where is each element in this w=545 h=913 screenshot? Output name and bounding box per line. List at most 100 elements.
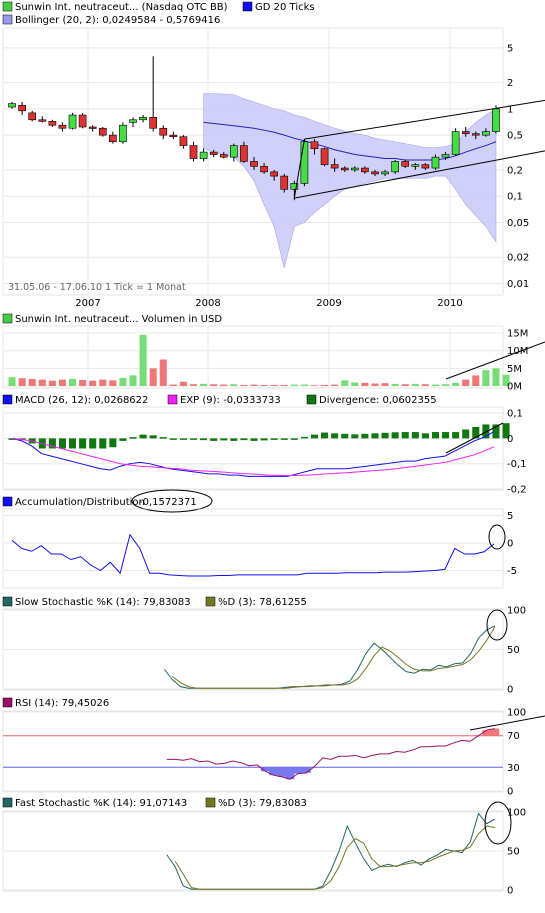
- candle-body: [340, 167, 349, 171]
- fast-stoch-y-ticks: 100500: [507, 808, 526, 897]
- volume-bar: [310, 385, 319, 386]
- macd-tick-label: 0: [507, 434, 513, 445]
- divergence-bar: [472, 426, 480, 439]
- legend-bollinger-label: Bollinger (20, 2): 0,0249584 - 0,5769416: [15, 15, 220, 26]
- divergence-bar: [270, 438, 278, 440]
- volume-bar: [139, 334, 147, 386]
- candle-body: [88, 126, 97, 129]
- volume-bar: [290, 384, 298, 386]
- macd-divergence-bars: [8, 423, 510, 449]
- macd-tick-label: -0,1: [507, 459, 527, 470]
- divergence-bar: [159, 437, 167, 439]
- candle-body: [169, 134, 178, 138]
- candle-body: [401, 161, 410, 167]
- divergence-bar: [139, 434, 147, 439]
- candle-body: [78, 114, 87, 128]
- ad-line: [11, 533, 495, 577]
- price-tick-label: 0,5: [507, 131, 523, 142]
- tick-label: 100: [507, 708, 526, 719]
- macd-tick-label: 0,1: [507, 409, 523, 420]
- candle-body: [58, 124, 67, 129]
- tick-label: 0: [507, 685, 513, 696]
- volume-bar: [48, 380, 56, 386]
- legend-price-label: Sunwin Int. neutraceut... (Nasdaq OTC BB…: [15, 2, 228, 13]
- legend-exp-label: EXP (9): -0,0333733: [180, 395, 281, 406]
- candle-body: [159, 127, 168, 136]
- price-panel: 5 2 1 0,5 0,2 0,1 0,05 0,02 0,01 31.05.06 - 17.0…: [2, 27, 545, 296]
- time-axis-labels: 2007 2008 2009 2010: [75, 298, 462, 309]
- candle-body: [149, 117, 158, 129]
- legend-ad-label: Accumulation/Distribution: [15, 497, 145, 508]
- legend-swatch-slow-d: [205, 596, 216, 607]
- legend-slow-d-label: %D (3): 78,61255: [218, 597, 307, 608]
- year-tick-label: 2008: [195, 298, 220, 309]
- volume-tick-label: 10M: [507, 346, 528, 357]
- volume-bar: [462, 379, 470, 386]
- candle-body: [310, 141, 319, 149]
- legend-slow-k-label: Slow Stochastic %K (14): 79,83083: [15, 597, 191, 608]
- tick-label: 30: [507, 763, 520, 774]
- divergence-bar: [331, 433, 339, 439]
- divergence-bar: [169, 438, 177, 440]
- volume-bar: [361, 382, 369, 386]
- candle-body: [492, 108, 500, 132]
- volume-bar: [169, 384, 177, 386]
- legend-divergence-label: Divergence: 0,0602355: [319, 395, 437, 406]
- candle-body: [139, 117, 147, 121]
- volume-bar: [260, 384, 268, 386]
- price-y-ticks: 5 2 1 0,5 0,2 0,1 0,05 0,02 0,01: [507, 43, 529, 290]
- volume-bar: [452, 382, 460, 386]
- candle-body: [482, 131, 490, 136]
- year-tick-label: 2007: [75, 298, 100, 309]
- legend-rsi: RSI (14): 79,45026: [2, 697, 109, 709]
- legend-swatch-exp: [167, 394, 178, 405]
- volume-tick-label: 0M: [507, 382, 522, 393]
- divergence-bar: [99, 438, 107, 449]
- bollinger-band-area: [203, 93, 497, 269]
- volume-bar: [421, 384, 429, 386]
- candle-body: [270, 171, 278, 177]
- volume-bar: [381, 383, 389, 386]
- fast-stochastic-panel: 100500: [2, 801, 526, 897]
- legend-swatch-ad: [2, 496, 13, 507]
- volume-bar: [250, 384, 258, 386]
- candle-body: [240, 145, 248, 162]
- volume-bars: [8, 334, 545, 386]
- ad-tick-label: 5: [507, 511, 513, 522]
- candle-body: [280, 175, 289, 190]
- tick-label: 70: [507, 731, 520, 742]
- volume-bar: [411, 383, 419, 386]
- macd-panel-frame: [2, 406, 504, 491]
- slow-stoch-lines: [163, 625, 496, 689]
- price-tick-label: 0,01: [507, 279, 529, 290]
- volume-bar: [58, 379, 66, 386]
- divergence-bar: [149, 435, 157, 439]
- divergence-bar: [179, 438, 187, 440]
- divergence-bar: [310, 434, 319, 439]
- divergence-bar: [129, 437, 137, 439]
- rsi-oversold-fill: [293, 767, 303, 774]
- divergence-bar: [210, 438, 218, 441]
- candle-body: [209, 151, 218, 155]
- chart-canvas: Sunwin Int. neutraceut... (Nasdaq OTC BB…: [2, 1, 545, 897]
- macd-y-ticks: 0,1 0 -0,1 -0,2: [507, 409, 527, 496]
- volume-bar: [401, 384, 409, 386]
- volume-panel: 15M 10M 5M 0M: [2, 325, 545, 393]
- candle-body: [411, 164, 420, 167]
- divergence-bar: [341, 433, 349, 439]
- legend-swatch-fast-d: [205, 797, 216, 808]
- volume-grid: [3, 326, 503, 388]
- legend-swatch-rsi: [2, 697, 13, 708]
- slow-k-line: [163, 625, 496, 689]
- rsi-panel: 100 70 30 0: [2, 708, 545, 798]
- candle-body: [320, 148, 329, 165]
- volume-tick-label: 15M: [507, 329, 528, 340]
- fast-stoch-grid: [3, 811, 503, 891]
- divergence-bar: [89, 438, 97, 449]
- divergence-bar: [280, 438, 288, 440]
- candle-body: [230, 145, 238, 158]
- macd-tick-label: -0,2: [507, 485, 527, 496]
- legend-swatch-bollinger: [2, 14, 13, 25]
- volume-bar: [371, 383, 379, 386]
- volume-bar: [270, 384, 278, 386]
